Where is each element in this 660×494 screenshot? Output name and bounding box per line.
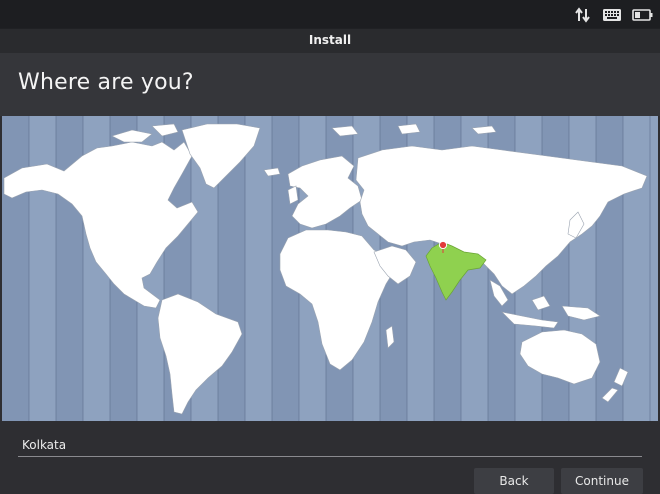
- australia-land: [519, 329, 601, 385]
- page-title: Where are you?: [18, 70, 194, 95]
- back-button[interactable]: Back: [474, 468, 554, 494]
- timezone-field[interactable]: [18, 433, 642, 457]
- top-panel: [0, 0, 660, 28]
- greenland-land: [181, 123, 261, 189]
- installer-screen: Install Where are you? Kolkata Back Cont…: [0, 0, 660, 494]
- network-arrows-icon[interactable]: [574, 6, 592, 24]
- continue-button[interactable]: Continue: [561, 468, 643, 494]
- timezone-input[interactable]: [22, 436, 622, 454]
- page-header: Where are you?: [0, 53, 660, 116]
- window-title: Install: [308, 33, 352, 47]
- footer-controls: Back Continue: [0, 421, 660, 494]
- world-map-svg[interactable]: [2, 116, 658, 421]
- window-title-bar: Install: [0, 28, 660, 53]
- timezone-map[interactable]: [2, 116, 658, 421]
- battery-icon[interactable]: [632, 6, 654, 24]
- keyboard-icon[interactable]: [602, 6, 622, 24]
